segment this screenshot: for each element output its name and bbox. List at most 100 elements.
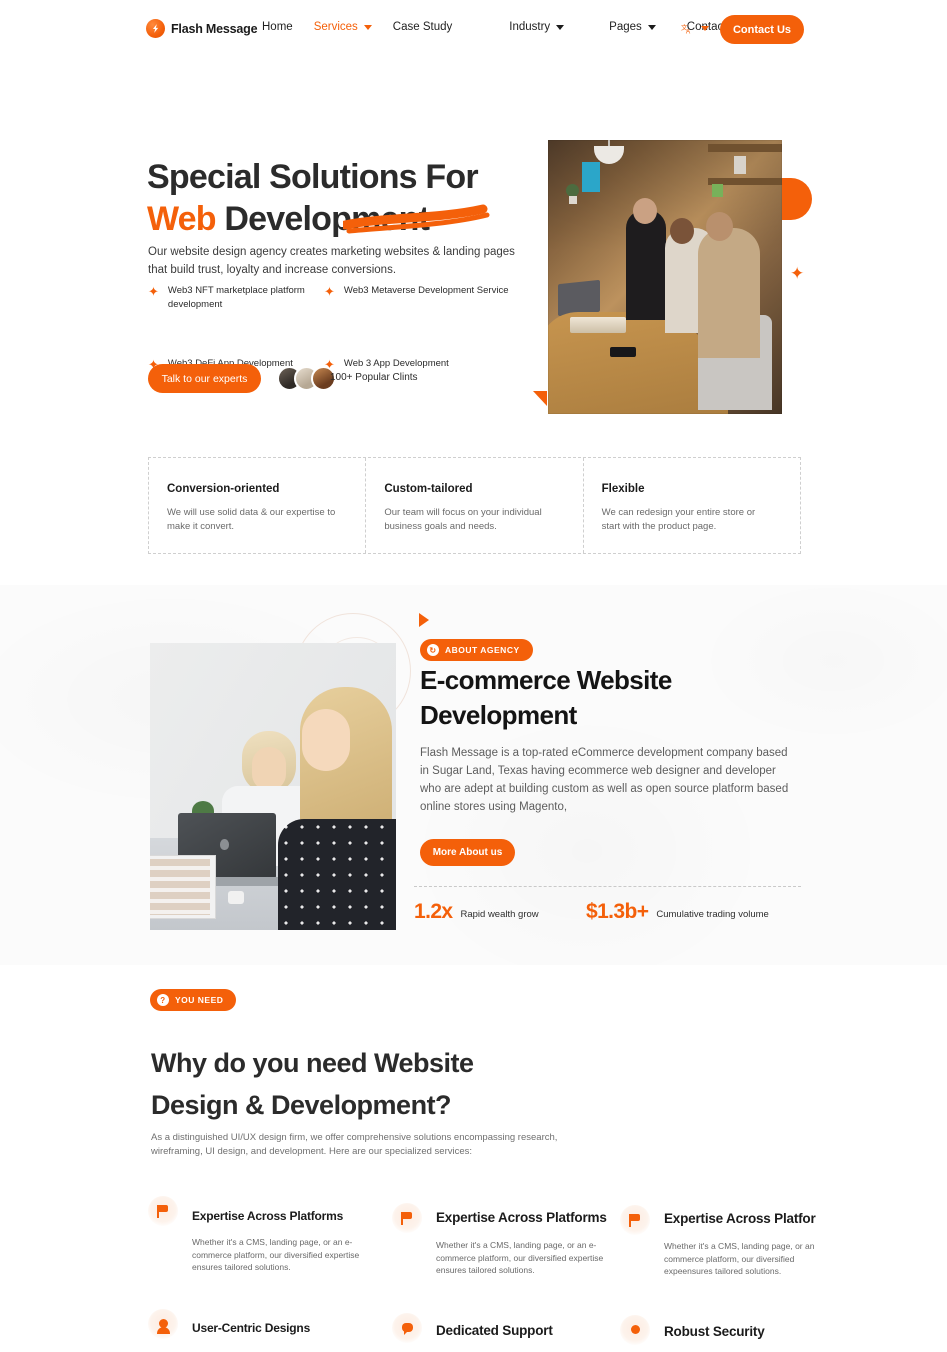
you-need-badge: ? YOU NEED (150, 989, 237, 1011)
need-description: As a distinguished UI/UX design firm, we… (151, 1132, 558, 1157)
info-card: Conversion-oriented We will use solid da… (149, 458, 365, 553)
need-item: Robust Security (620, 1314, 808, 1345)
need-item-body: Whether it's a CMS, landing page, or an … (436, 1240, 604, 1275)
flag-icon (392, 1203, 422, 1233)
info-card: Flexible We can redesign your entire sto… (582, 458, 800, 553)
feature-label: Web3 Metaverse Development Service (343, 285, 509, 296)
nav-item-case-study[interactable]: Case Study (393, 21, 473, 33)
flag-icon (148, 1196, 178, 1226)
stat-item: $1.3b+ Cumulative trading volume (586, 901, 769, 923)
about-heading: E-commerce Website Development (420, 665, 672, 730)
stat-value: 1.2x (414, 900, 453, 923)
info-card-title: Custom-tailored (384, 483, 473, 495)
nav-item-label: Pages (609, 21, 642, 33)
need-item: User-Centric Designs (148, 1308, 392, 1339)
chat-icon (392, 1312, 422, 1343)
svg-text:A: A (686, 28, 691, 35)
need-items-row: Expertise Across Platforms Whether it's … (148, 1196, 816, 1278)
top-navigation-bar: Flash Message Home Services Case Study I… (0, 0, 947, 60)
talk-to-experts-button[interactable]: Talk to our experts (148, 364, 261, 393)
hero-title-line2: Development (215, 200, 430, 238)
nav-links: Home Services Case Study Industry Pages … (262, 21, 747, 33)
need-heading-line1: Why do you need Website (151, 1048, 474, 1078)
about-paragraph: Flash Message is a top-rated eCommerce d… (420, 747, 789, 813)
chevron-down-icon (701, 26, 709, 31)
nav-item-label: Case Study (392, 21, 453, 33)
need-heading: Why do you need Website Design & Develop… (151, 1042, 671, 1126)
nav-item-pages[interactable]: Pages (609, 21, 677, 33)
nav-item-label: Services (313, 21, 358, 33)
need-item: Expertise Across Platfor Whether it's a … (620, 1205, 816, 1278)
brand-name: Flash Message (171, 21, 258, 36)
hero-title-line1: Special Solutions For (147, 158, 479, 196)
shield-dot-icon (620, 1314, 650, 1345)
info-card-title: Conversion-oriented (167, 483, 280, 495)
hero-title-highlight: Web (147, 200, 217, 238)
language-selector[interactable]: 文 A (681, 22, 709, 35)
info-card: Custom-tailored Our team will focus on y… (365, 458, 582, 553)
about-agency-badge-label: ABOUT AGENCY (445, 645, 520, 655)
need-item: Expertise Across Platforms Whether it's … (148, 1196, 392, 1278)
hero-subtitle: Our website design agency creates market… (148, 246, 515, 276)
need-item-title: Robust Security (664, 1323, 765, 1339)
triangle-decoration (533, 391, 547, 406)
info-card-body: We will use solid data & our expertise t… (167, 507, 336, 532)
info-card-body: Our team will focus on your individual b… (384, 507, 542, 532)
translate-icon: 文 A (681, 22, 691, 35)
flag-icon (620, 1205, 650, 1235)
diamond-bullet-icon: ✦ (324, 284, 335, 299)
about-image (150, 643, 396, 930)
you-need-badge-label: YOU NEED (175, 995, 224, 1005)
nav-item-services[interactable]: Services (314, 21, 393, 33)
need-items-grid: Expertise Across Platforms Whether it's … (148, 1196, 816, 1345)
flash-logo-icon (146, 19, 165, 38)
hero-title: Special Solutions For Web Development (147, 156, 567, 240)
feature-item: ✦ Web3 Metaverse Development Service (324, 284, 508, 312)
client-avatars (277, 366, 336, 391)
play-triangle-icon (419, 613, 429, 627)
need-item-title: Expertise Across Platforms (436, 1210, 607, 1225)
need-items-row: User-Centric Designs Dedicated Support R… (148, 1308, 808, 1345)
stats-divider (414, 886, 801, 887)
nav-item-label: Industry (509, 21, 551, 33)
nav-item-industry[interactable]: Industry (509, 21, 585, 33)
feature-label: Web 3 App Development (343, 358, 449, 369)
feature-label: Web3 NFT marketplace platform developmen… (167, 285, 305, 310)
brand-logo[interactable]: Flash Message (146, 19, 258, 38)
sparkle-icon: ✦ (790, 264, 805, 283)
nav-item-label: Home (262, 21, 293, 33)
refresh-icon: ↻ (427, 644, 439, 656)
chevron-down-icon (363, 24, 372, 30)
nav-item-home[interactable]: Home (262, 21, 314, 33)
stat-label: Cumulative trading volume (656, 909, 769, 920)
need-item: Expertise Across Platforms Whether it's … (392, 1203, 620, 1278)
about-agency-badge: ↻ ABOUT AGENCY (420, 639, 533, 661)
clients-count-label: 100+ Popular Clints (330, 372, 418, 383)
need-item-title: Expertise Across Platforms (192, 1209, 344, 1223)
info-card-body: We can redesign your entire store or sta… (601, 507, 756, 532)
info-cards-row: Conversion-oriented We will use solid da… (148, 457, 801, 554)
need-item: Dedicated Support (392, 1312, 620, 1343)
feature-item: ✦ Web 3 App Development (324, 357, 449, 371)
info-card-title: Flexible (601, 483, 645, 495)
need-item-body: Whether it's a CMS, landing page, or an … (664, 1241, 815, 1276)
hero-image-frame (548, 140, 782, 414)
question-icon: ? (157, 994, 169, 1006)
need-heading-line2: Design & Development? (151, 1090, 452, 1120)
need-item-title: Expertise Across Platfor (664, 1211, 816, 1226)
page-root: Flash Message Home Services Case Study I… (0, 0, 947, 1352)
orange-blob-decoration (782, 178, 812, 220)
chevron-down-icon (647, 24, 656, 30)
contact-us-button[interactable]: Contact Us (720, 15, 804, 44)
need-item-title: User-Centric Designs (192, 1320, 311, 1335)
more-about-us-button[interactable]: More About us (420, 839, 515, 866)
stat-item: 1.2x Rapid wealth grow (414, 901, 539, 923)
diamond-bullet-icon: ✦ (148, 284, 159, 299)
stat-value: $1.3b+ (586, 900, 649, 923)
need-item-title: Dedicated Support (436, 1322, 553, 1338)
need-item-body: Whether it's a CMS, landing page, or an … (192, 1237, 360, 1272)
chevron-down-icon (556, 24, 565, 30)
feature-item: ✦ Web3 NFT marketplace platform developm… (148, 284, 324, 312)
hero-feature-list: ✦ Web3 NFT marketplace platform developm… (148, 284, 548, 371)
feature-row: ✦ Web3 NFT marketplace platform developm… (148, 284, 548, 312)
